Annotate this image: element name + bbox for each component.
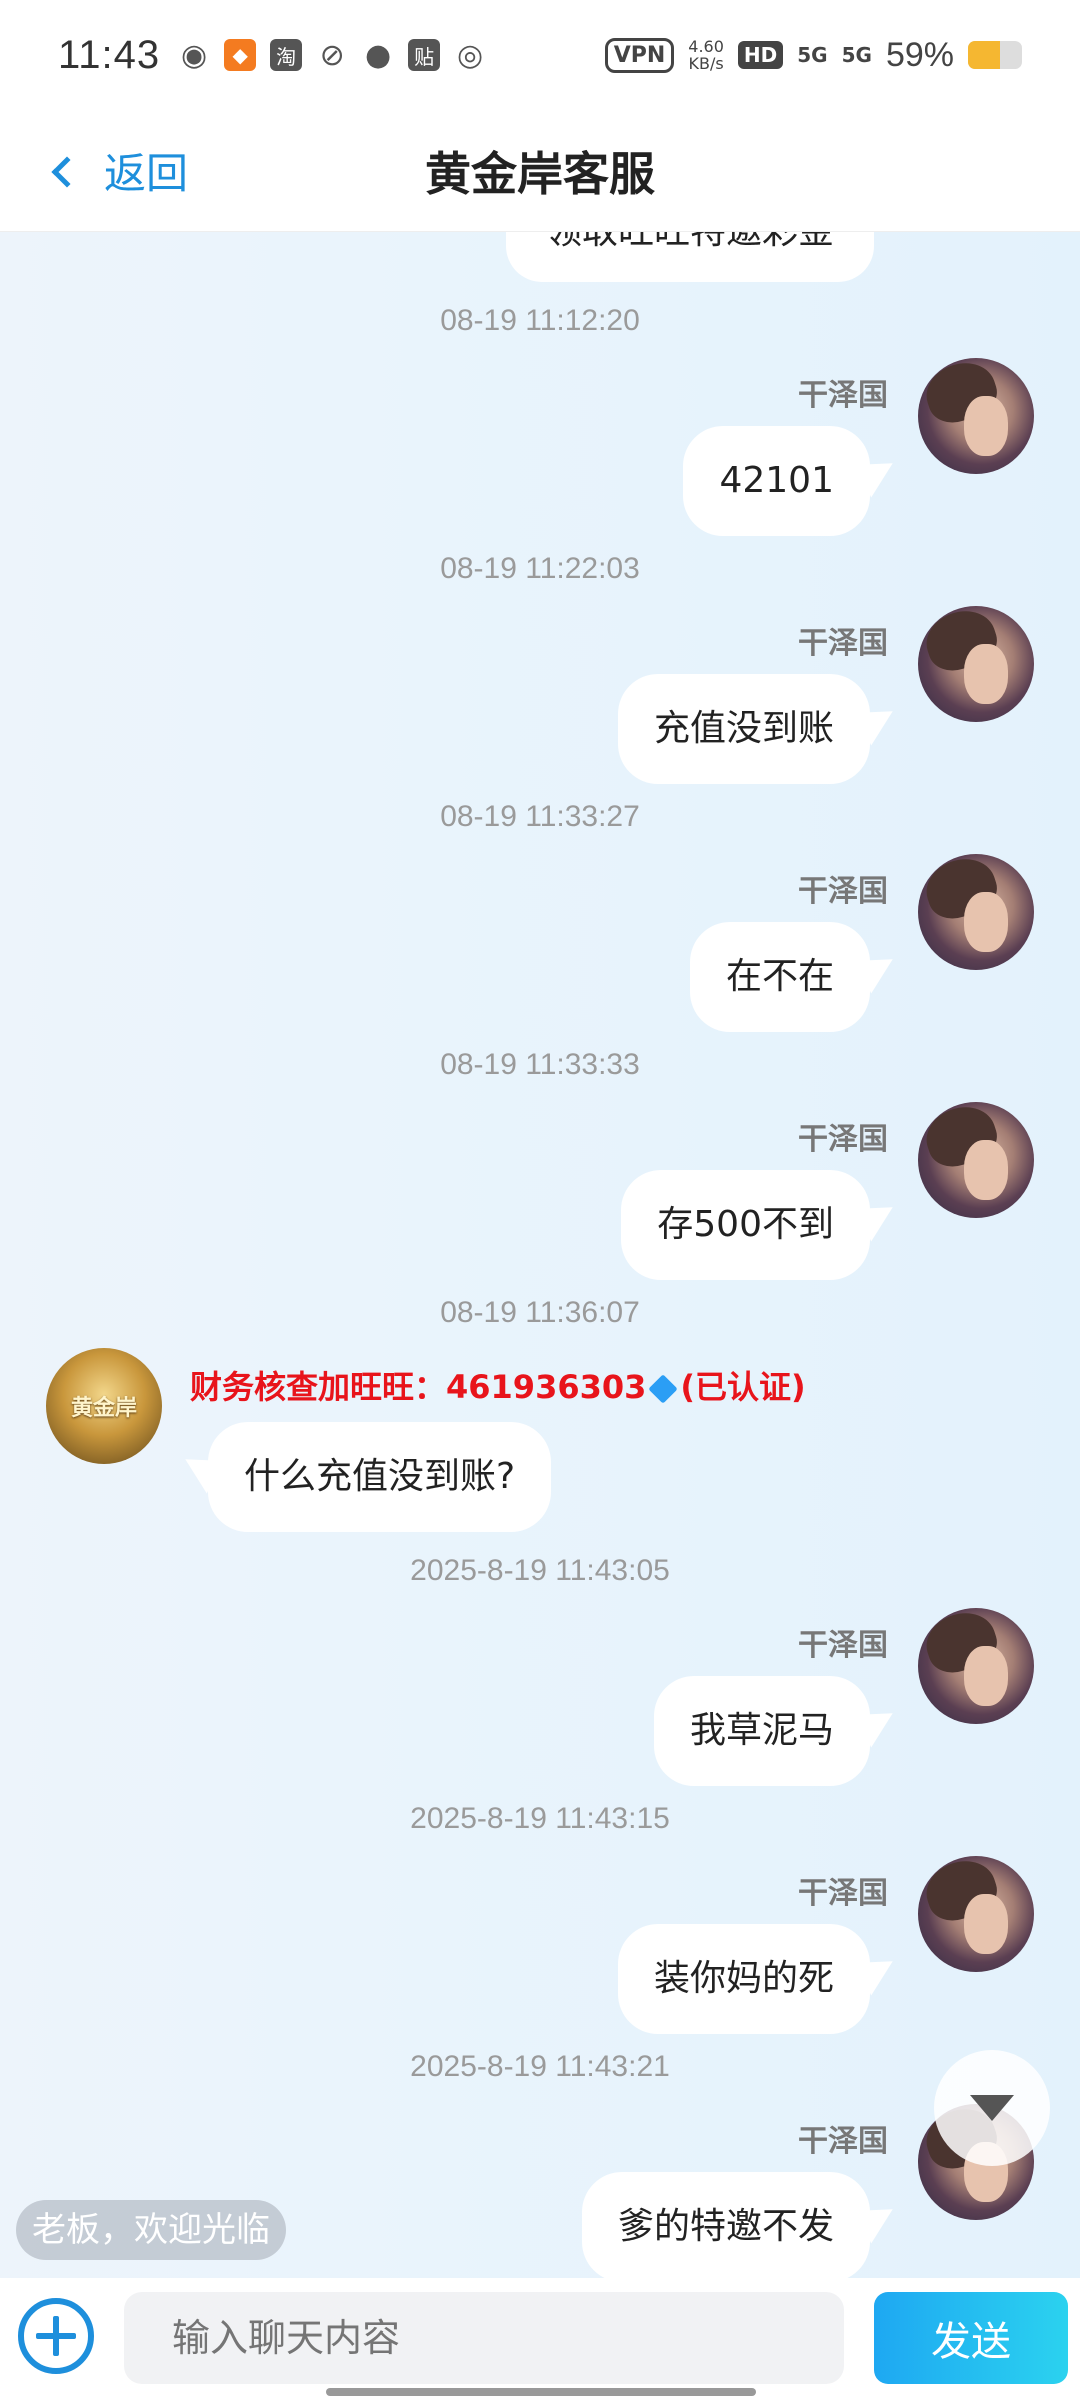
message-timestamp: 08-19 11:33:33 [440,1048,640,1081]
sender-name: 干泽国 [798,1122,888,1157]
sender-name: 干泽国 [798,626,888,661]
signal-icon-1: 5G [797,43,828,67]
message-bubble[interactable]: 装你妈的死 [617,1924,870,2034]
sender-name: 干泽国 [798,1628,888,1663]
sender-name: 干泽国 [798,874,888,909]
add-attachment-button[interactable] [18,2298,94,2374]
agent-avatar-logo: 黄金岸 [70,1396,137,1421]
chat-message-list[interactable]: 领取旺旺特邀彩金 08-19 11:12:20 干泽国 42101 08-19 … [0,232,1080,2278]
message-bubble[interactable]: 什么充值没到账? [208,1422,552,1532]
chat-input[interactable] [124,2292,844,2384]
back-button[interactable]: 返回 [51,140,189,201]
tieba-icon: 贴 [408,39,441,71]
agent-verified: (已认证) [680,1368,806,1406]
network-speed: 4.60 KB/s [688,38,724,72]
weibo-icon: ◎ [457,37,484,73]
battery-icon [968,41,1022,69]
chevron-left-icon [51,155,83,188]
message-bubble[interactable]: 我草泥马 [653,1676,870,1786]
message-bubble[interactable]: 在不在 [689,922,870,1032]
back-label: 返回 [104,149,189,198]
message-timestamp: 2025-8-19 11:43:05 [410,1554,670,1587]
message-bubble[interactable]: 爹的特邀不发 [581,2172,870,2278]
hd-icon: HD [737,41,784,69]
agent-avatar[interactable]: 黄金岸 [46,1348,162,1464]
message-timestamp: 2025-8-19 11:43:15 [410,1802,670,1835]
agent-name-text: 财务核查加旺旺：461936303 [190,1368,647,1406]
user-avatar[interactable] [918,1856,1034,1972]
message-timestamp: 08-19 11:33:27 [440,800,640,833]
message-bubble[interactable]: 存500不到 [621,1170,870,1280]
message-timestamp: 08-19 11:12:20 [440,304,640,337]
status-time: 11:43 [58,32,161,77]
user-avatar[interactable] [918,358,1034,474]
user-avatar[interactable] [918,606,1034,722]
vpn-icon: VPN [604,37,675,73]
battery-percent: 59% [885,35,954,74]
send-button[interactable]: 发送 [874,2292,1068,2384]
status-bar: 11:43 ◉ ◆ 淘 ⊘ ● 贴 ◎ VPN 4.60 KB/s HD 5G … [0,0,1080,110]
user-avatar[interactable] [918,854,1034,970]
user-avatar[interactable] [918,1608,1034,1724]
agent-name: 财务核查加旺旺：461936303 (已认证) [190,1362,806,1408]
chat-header: 返回 黄金岸客服 [0,110,1080,232]
user-avatar[interactable] [918,1102,1034,1218]
message-bubble: 领取旺旺特邀彩金 [506,232,874,282]
arrow-down-icon [970,2095,1014,2121]
leaf-app-icon: ⊘ [319,37,345,73]
welcome-tag: 老板，欢迎光临 [16,2200,286,2260]
wechat-icon: ◉ [181,37,208,73]
home-indicator[interactable] [326,2388,756,2396]
notification-icons: ◉ ◆ 淘 ⊘ ● 贴 ◎ [178,37,486,73]
message-timestamp: 08-19 11:36:07 [440,1296,640,1329]
sender-name: 干泽国 [798,378,888,413]
fox-app-icon: ◆ [224,39,257,71]
page-title: 黄金岸客服 [425,146,655,201]
signal-icon-2: 5G [841,43,872,67]
system-icons: VPN 4.60 KB/s HD 5G 5G 59% [604,35,1022,75]
message-timestamp: 08-19 11:22:03 [440,552,640,585]
speed-unit: KB/s [688,54,724,73]
diamond-icon [648,1374,679,1404]
message-icon: ● [365,37,392,73]
input-bar: 发送 [0,2278,1080,2400]
message-bubble[interactable]: 42101 [683,426,870,536]
sender-name: 干泽国 [798,2124,888,2159]
message-bubble[interactable]: 充值没到账 [617,674,870,784]
sender-name: 干泽国 [798,1876,888,1911]
message-timestamp: 2025-8-19 11:43:21 [410,2050,670,2083]
taobao-icon: 淘 [270,39,303,71]
scroll-to-bottom-button[interactable] [934,2050,1050,2166]
